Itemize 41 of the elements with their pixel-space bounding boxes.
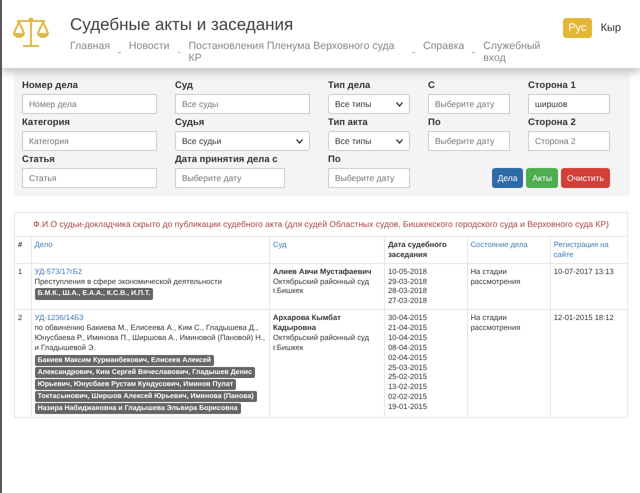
- input-field[interactable]: Категория: [22, 131, 157, 151]
- field-label: Сторона 2: [528, 117, 577, 128]
- date-field[interactable]: Выберите дату: [428, 131, 510, 151]
- search-button[interactable]: Акты: [526, 168, 558, 188]
- field-label: Номер дела: [22, 80, 79, 91]
- search-button[interactable]: Очистить: [560, 168, 610, 188]
- nav-link[interactable]: Постановления Пленума Верховного суда КР: [188, 40, 404, 64]
- field-label: Статья: [22, 154, 56, 165]
- field-label: Сторона 1: [528, 80, 577, 91]
- date-field[interactable]: Выберите дату: [328, 168, 410, 188]
- nav-link[interactable]: Справка: [423, 40, 464, 64]
- scales-icon: [12, 15, 50, 49]
- dropdown[interactable]: Все типы: [328, 94, 410, 114]
- site-title: Судебные акты и заседания: [70, 15, 294, 35]
- language-button[interactable]: Кыр: [596, 18, 626, 38]
- dropdown[interactable]: Все судьи: [175, 131, 310, 151]
- nav-link[interactable]: Новости: [128, 40, 170, 64]
- field-label: Судья: [175, 117, 206, 128]
- field-label: Тип дела: [328, 80, 372, 91]
- field-label: Тип акта: [328, 117, 369, 128]
- notice-text: Ф.И.О судьи-докладчика скрыто до публикации судебного акта (для судей Областных судов, Бишкекского городского суда и Верховного суда КР): [14, 212, 628, 237]
- input-field[interactable]: Все суды: [175, 94, 310, 114]
- chevron-down-icon: [396, 138, 403, 144]
- chevron-down-icon: [396, 102, 403, 106]
- dropdown[interactable]: Все типы: [328, 131, 410, 151]
- field-label: Категория: [22, 117, 71, 128]
- date-field[interactable]: Выберите дату: [175, 168, 285, 188]
- date-field[interactable]: Выберите дату: [428, 94, 510, 114]
- input-field[interactable]: Сторона 2: [528, 131, 610, 151]
- input-field[interactable]: Статья: [22, 168, 157, 188]
- nav-link[interactable]: Служебный вход: [483, 40, 564, 64]
- nav-link[interactable]: Главная: [70, 40, 110, 64]
- field-label: Суд: [175, 80, 194, 91]
- field-label: С: [428, 80, 436, 91]
- input-field[interactable]: ширшов: [528, 94, 610, 114]
- field-label: Дата принятия дела с: [175, 154, 279, 165]
- chevron-down-icon: [296, 138, 303, 144]
- field-label: По: [428, 117, 442, 128]
- field-label: По: [328, 154, 342, 165]
- search-button[interactable]: Дела: [492, 168, 524, 188]
- input-field[interactable]: Номер дела: [22, 94, 157, 114]
